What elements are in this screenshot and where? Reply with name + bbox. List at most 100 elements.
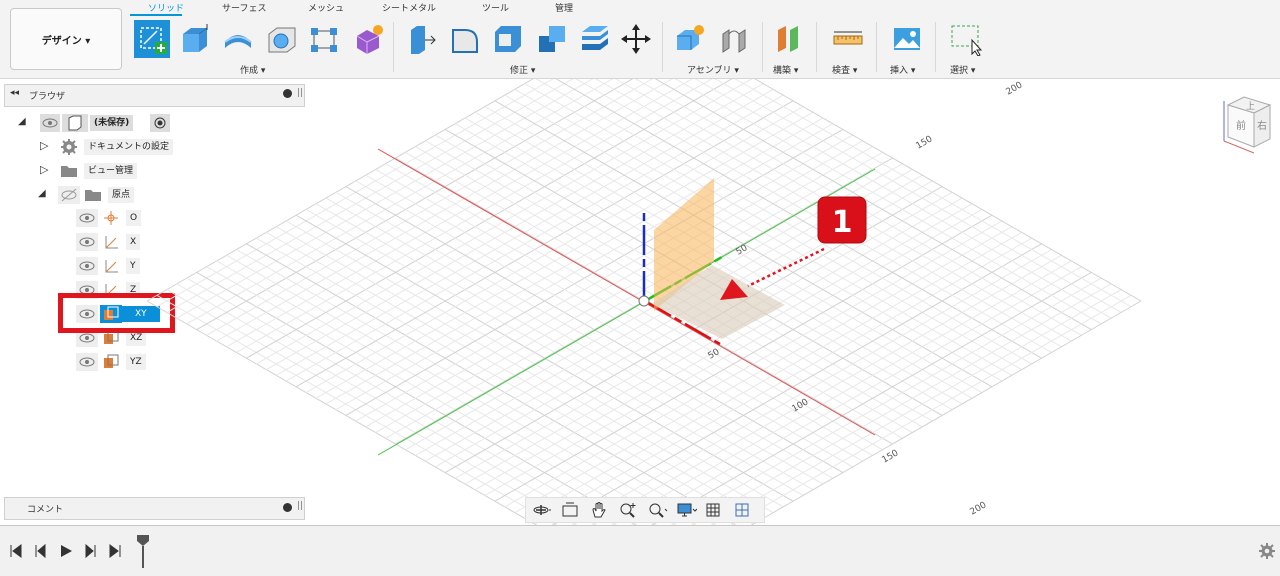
grid-settings-button[interactable] <box>700 499 729 521</box>
tab-solid[interactable]: ソリッド <box>148 1 184 14</box>
gear-icon[interactable] <box>1258 542 1276 560</box>
axis-tick-label: 100 <box>791 397 811 414</box>
zoom-icon <box>620 503 635 518</box>
origin-point[interactable] <box>638 295 650 307</box>
grid-icon <box>706 503 719 517</box>
monitor-icon <box>677 503 697 517</box>
combine-icon <box>539 26 565 52</box>
select-group-label[interactable]: 選択 ▾ <box>950 63 975 76</box>
toolbar-divider <box>662 22 663 72</box>
panel-grip-icon[interactable]: || <box>297 501 303 511</box>
multi-view-icon <box>735 503 748 517</box>
viewports-button[interactable] <box>729 499 758 521</box>
play-button[interactable] <box>61 545 72 557</box>
next-step-button[interactable] <box>85 543 96 559</box>
fit-window-icon <box>649 503 667 518</box>
comments-panel-header: コメント || <box>4 497 305 520</box>
revolve-button[interactable] <box>220 20 256 58</box>
move-arrows-icon <box>621 24 651 54</box>
fillet-icon <box>452 29 478 53</box>
insert-group-label[interactable]: 挿入 ▾ <box>890 63 915 76</box>
workspace-switcher-button[interactable]: デザイン ▾ <box>10 8 122 70</box>
navigation-bar <box>525 497 765 523</box>
split-body-button[interactable] <box>577 20 613 58</box>
toolbar-divider <box>762 22 763 72</box>
previous-step-button[interactable] <box>35 543 46 559</box>
image-icon <box>894 28 920 50</box>
extrude-button[interactable] <box>176 20 212 58</box>
inspect-group-label[interactable]: 検査 ▾ <box>832 63 857 76</box>
revolve-icon <box>224 35 252 48</box>
axis-tick-label: 150 <box>881 448 901 465</box>
toolbar-divider <box>393 22 394 72</box>
x-axis-line <box>377 148 876 436</box>
grid-line <box>575 79 1052 353</box>
orbit-icon <box>533 505 551 515</box>
orbit-button[interactable] <box>526 499 555 521</box>
grid-line <box>236 79 713 353</box>
new-component-button[interactable] <box>672 20 708 58</box>
axis-tick-label: 50 <box>735 243 750 258</box>
construct-group-label[interactable]: 構築 ▾ <box>773 63 798 76</box>
first-step-button[interactable] <box>10 544 22 558</box>
offset-plane-button[interactable] <box>771 20 807 58</box>
offset-plane-icon <box>778 26 798 52</box>
hole-icon <box>268 27 296 53</box>
tab-manage[interactable]: 管理 <box>555 1 573 14</box>
modify-group-label[interactable]: 修正 ▾ <box>510 63 535 76</box>
insert-canvas-button[interactable] <box>889 20 925 58</box>
last-step-button[interactable] <box>109 544 121 558</box>
viewcube-top-label[interactable]: 上 <box>1246 101 1255 112</box>
selection-box-icon <box>951 25 982 56</box>
axis-tick-label: 150 <box>915 134 935 151</box>
create-form-button[interactable] <box>350 20 386 58</box>
tab-surface[interactable]: サーフェス <box>222 1 266 14</box>
press-pull-button[interactable] <box>404 20 440 58</box>
create-group-label[interactable]: 作成 ▾ <box>240 63 265 76</box>
viewcube[interactable]: 上 前 右 <box>1223 96 1272 154</box>
split-body-icon <box>582 26 608 50</box>
tab-sheet-metal[interactable]: シートメタル <box>382 1 436 14</box>
viewport-canvas[interactable]: 200 150 50 50 100 150 200 1 上 前 右 <box>0 79 1280 525</box>
callout-number: 1 <box>832 205 853 240</box>
shell-button[interactable] <box>490 20 526 58</box>
tab-tools[interactable]: ツール <box>482 1 509 14</box>
shell-icon <box>495 26 521 52</box>
select-button[interactable] <box>947 20 983 58</box>
combine-button[interactable] <box>534 20 570 58</box>
joint-button[interactable] <box>716 20 752 58</box>
comments-title: コメント <box>27 505 64 515</box>
zoom-button[interactable] <box>613 499 642 521</box>
viewcube-front-label[interactable]: 前 <box>1236 119 1246 132</box>
sketch-icon <box>140 27 167 54</box>
workspace-label: デザイン ▾ <box>41 35 91 47</box>
look-at-button[interactable] <box>555 499 584 521</box>
create-sketch-button[interactable] <box>134 20 170 58</box>
active-tab-indicator <box>130 14 182 16</box>
component-icon <box>677 25 704 50</box>
look-at-icon <box>562 502 577 517</box>
extrude-icon <box>183 24 208 52</box>
form-icon <box>356 25 383 54</box>
grid-line <box>156 294 558 525</box>
display-settings-button[interactable] <box>671 499 700 521</box>
tab-mesh[interactable]: メッシュ <box>308 1 344 14</box>
joint-icon <box>722 29 746 53</box>
timeline-bar <box>0 525 1280 576</box>
pan-button[interactable] <box>584 499 613 521</box>
y-axis-line <box>377 168 876 456</box>
fit-button[interactable] <box>642 499 671 521</box>
pattern-button[interactable] <box>306 20 342 58</box>
axis-tick-label: 200 <box>1005 80 1025 97</box>
assemble-group-label[interactable]: アセンブリ ▾ <box>687 63 739 76</box>
hole-button[interactable] <box>264 20 300 58</box>
timeline-marker[interactable] <box>136 534 150 570</box>
viewcube-right-label[interactable]: 右 <box>1257 119 1267 132</box>
move-button[interactable] <box>618 20 654 58</box>
grid-line <box>156 79 554 308</box>
ribbon-toolbar: デザイン ▾ ソリッド サーフェス メッシュ シートメタル ツール 管理 作成 … <box>0 0 1280 79</box>
fillet-button[interactable] <box>448 20 484 58</box>
axis-tick-label: 200 <box>969 500 989 517</box>
measure-button[interactable] <box>830 20 866 58</box>
plus-circle-icon[interactable] <box>283 503 292 512</box>
